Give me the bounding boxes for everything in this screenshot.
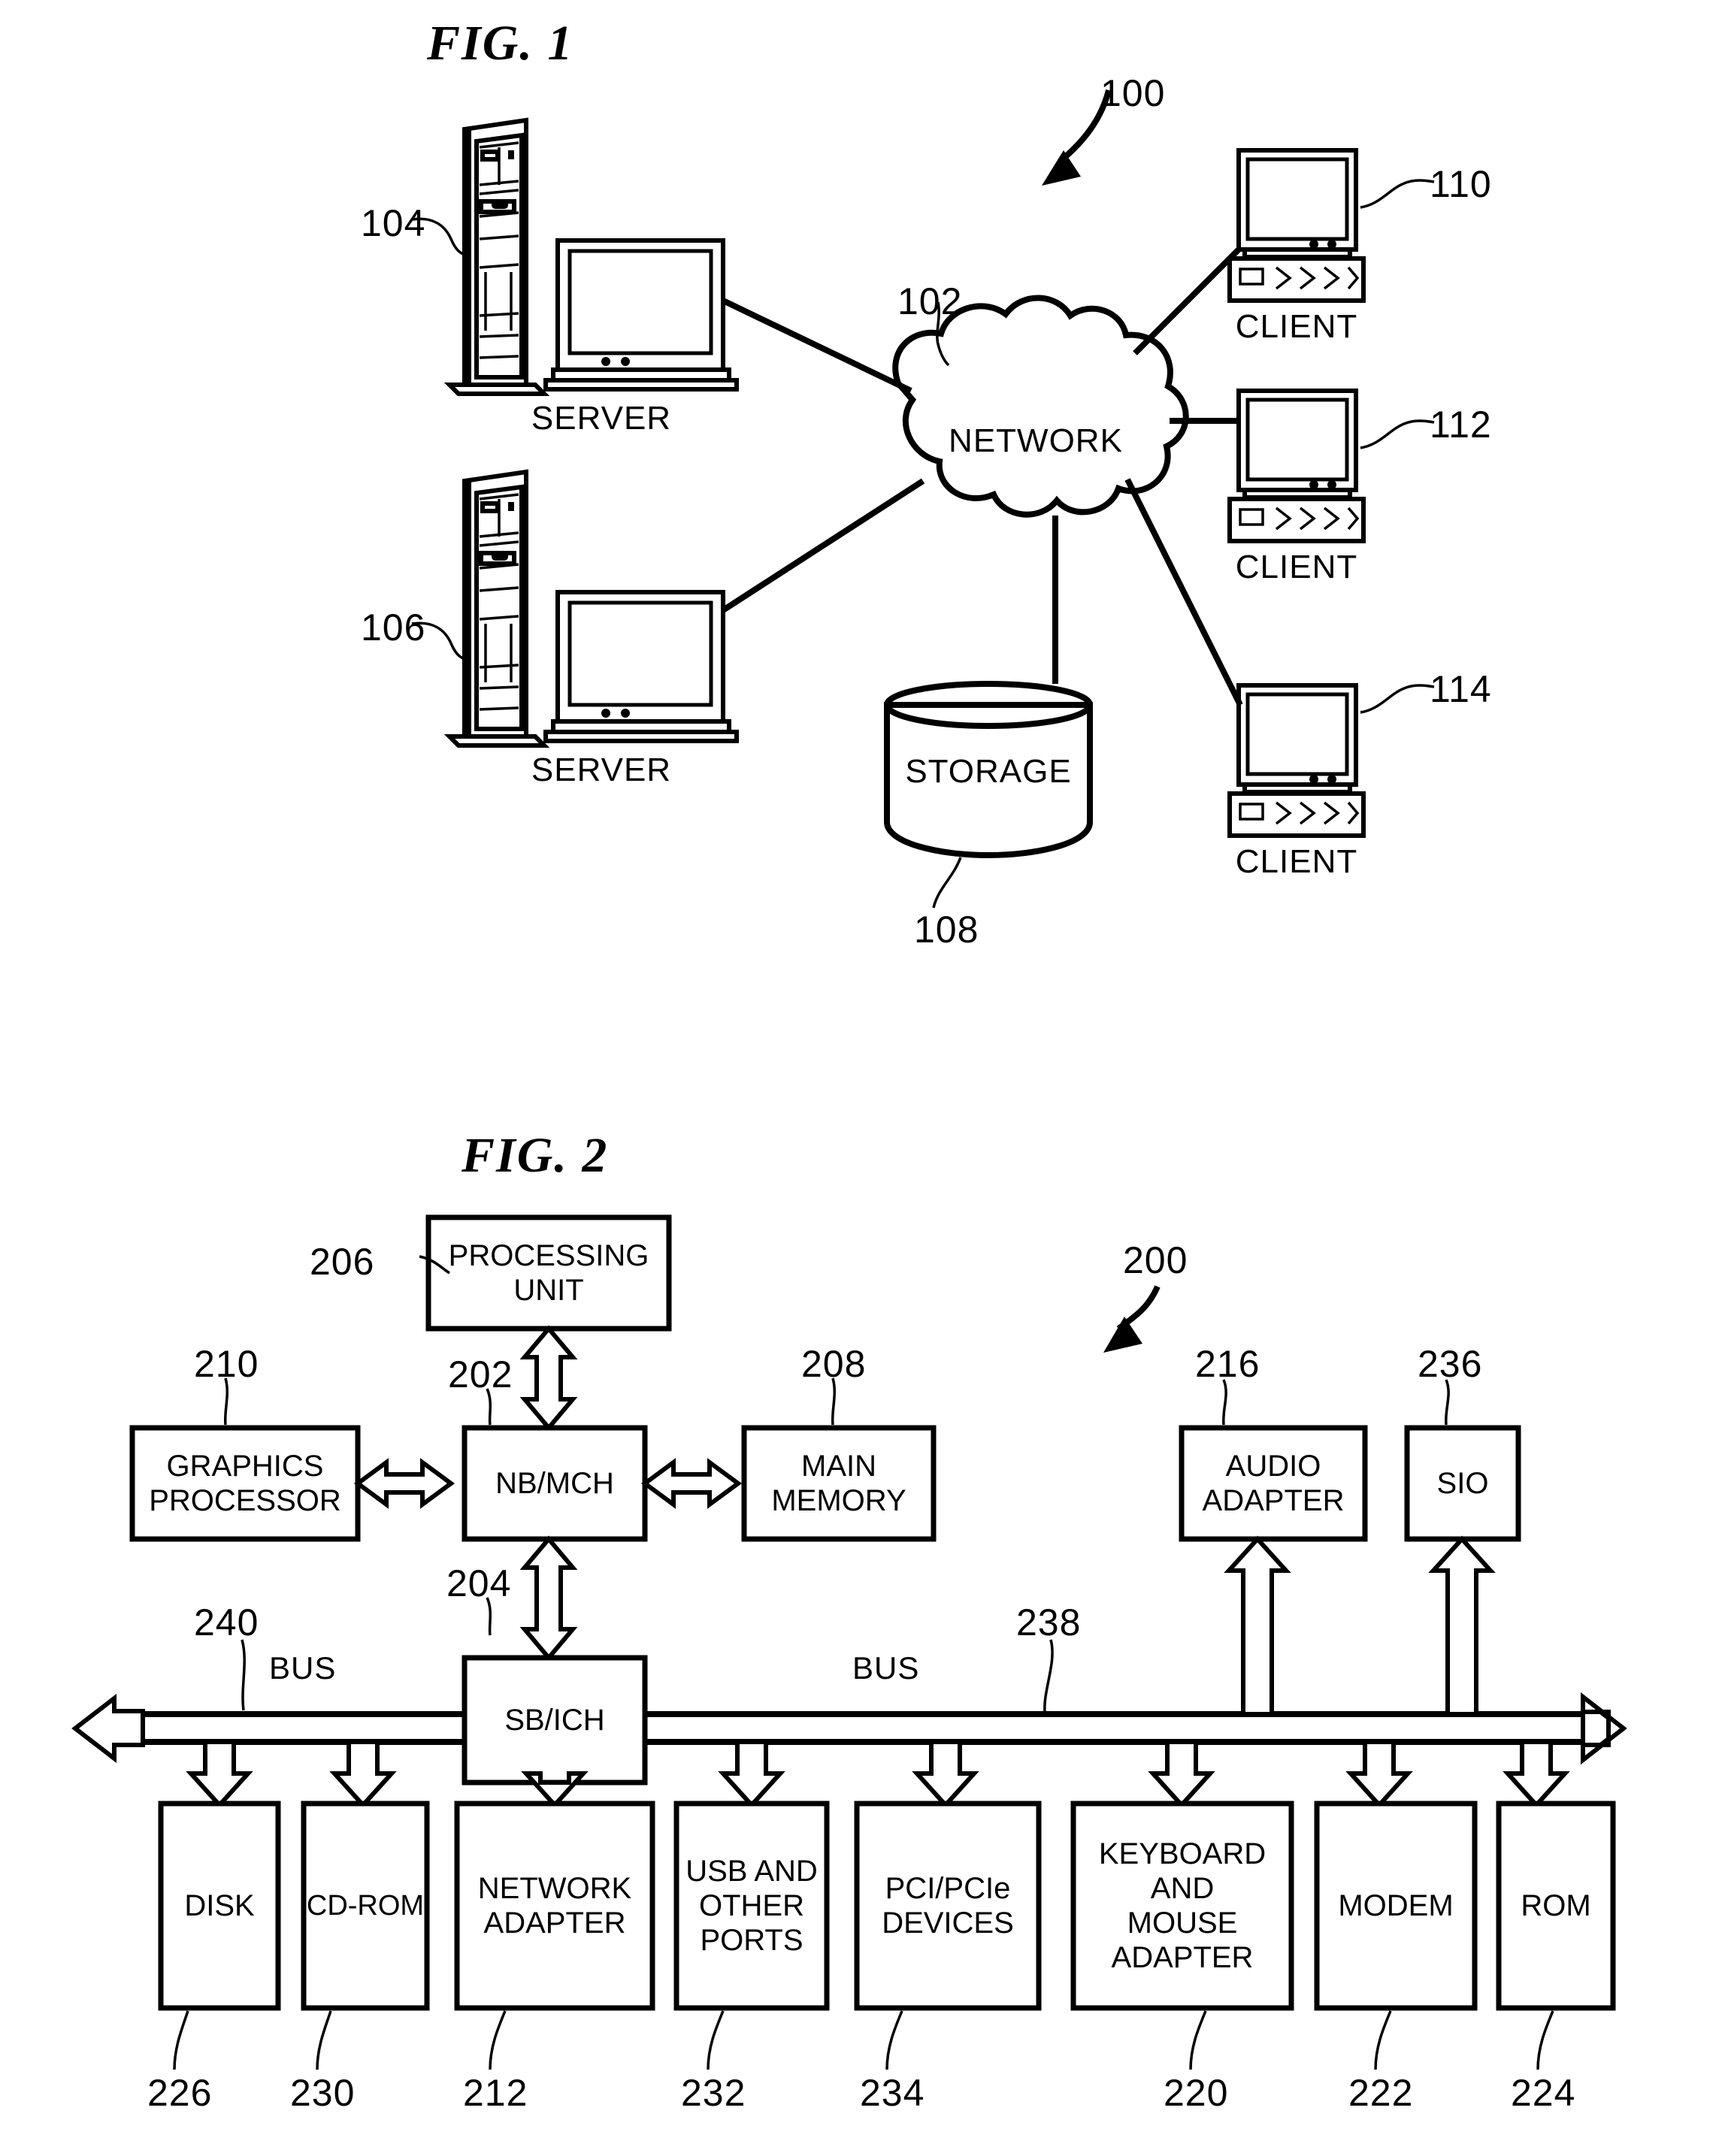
cdrom-label: CD-ROM <box>306 1890 425 1922</box>
client-114-label: CLIENT <box>1235 843 1358 880</box>
fig2-bottom-leaders <box>173 2010 1554 2070</box>
ref-210: 210 <box>194 1343 259 1385</box>
ref-222: 222 <box>1348 2072 1414 2114</box>
ref-232: 232 <box>681 2072 746 2114</box>
main-memory-label: MAIN MEMORY <box>771 1450 906 1517</box>
ref-106: 106 <box>361 606 426 649</box>
ref-114: 114 <box>1430 668 1492 710</box>
ref-208: 208 <box>801 1343 867 1385</box>
storage-label: STORAGE <box>905 753 1072 790</box>
fig1-title: FIG. 1 <box>427 16 574 71</box>
disk-label: DISK <box>184 1889 255 1922</box>
rom-label: ROM <box>1521 1889 1591 1922</box>
server-104-graphic <box>443 117 739 396</box>
server-106-graphic <box>443 469 739 748</box>
ref-212: 212 <box>463 2072 528 2114</box>
bus-right-label: BUS <box>852 1650 920 1686</box>
ref-110: 110 <box>1430 163 1492 205</box>
ref-104: 104 <box>361 202 426 244</box>
client-114-graphic <box>1227 683 1366 838</box>
sio-label: SIO <box>1436 1467 1489 1500</box>
ref-234: 234 <box>860 2072 925 2114</box>
client-112-graphic <box>1227 389 1366 543</box>
leader-110 <box>1360 179 1435 209</box>
network-cloud-label: NETWORK <box>949 422 1123 459</box>
leader-236 <box>1444 1379 1450 1426</box>
sb-ich-label: SB/ICH <box>504 1704 605 1737</box>
bus-left-label: BUS <box>269 1650 337 1686</box>
arrow-nbmch-memory <box>640 1458 743 1509</box>
ref-112: 112 <box>1430 404 1492 446</box>
leader-108 <box>932 857 962 909</box>
ref-224: 224 <box>1511 2072 1576 2114</box>
ref-200: 200 <box>1123 1239 1188 1281</box>
ref-220: 220 <box>1164 2072 1229 2114</box>
arrow-202 <box>519 1325 578 1432</box>
ref-108: 108 <box>914 909 979 951</box>
leader-114 <box>1360 684 1435 714</box>
fig2-system-arrow <box>1103 1285 1161 1353</box>
leader-216 <box>1221 1379 1227 1426</box>
processing-unit-label: PROCESSING UNIT <box>448 1239 649 1307</box>
server-104-label: SERVER <box>531 400 672 437</box>
bus-up-arrows <box>1224 1535 1496 1716</box>
usb-ports-label: USB AND OTHER PORTS <box>685 1855 818 1957</box>
client-110-label: CLIENT <box>1235 308 1358 345</box>
ref-102: 102 <box>897 280 963 322</box>
keyboard-mouse-label: KEYBOARD AND MOUSE ADAPTER <box>1098 1837 1267 1974</box>
ref-230: 230 <box>290 2072 356 2114</box>
nb-mch-label: NB/MCH <box>495 1467 614 1500</box>
ref-206: 206 <box>310 1241 375 1283</box>
client-110-graphic <box>1227 148 1366 303</box>
leader-240 <box>241 1639 246 1711</box>
ref-226: 226 <box>147 2072 213 2114</box>
ref-204: 204 <box>446 1562 512 1604</box>
modem-label: MODEM <box>1338 1889 1454 1922</box>
audio-adapter-label: AUDIO ADAPTER <box>1202 1450 1345 1517</box>
ref-240: 240 <box>194 1601 259 1643</box>
leader-238 <box>1043 1639 1054 1713</box>
network-cloud-graphic <box>892 295 1189 518</box>
bus-down-arrows <box>186 1740 1570 1809</box>
ref-238: 238 <box>1016 1601 1082 1643</box>
leader-112 <box>1360 419 1435 449</box>
fig1-system-arrow <box>1042 89 1112 186</box>
ref-202-lower: 202 <box>448 1353 513 1396</box>
arrow-gpu-nbmch <box>353 1458 455 1509</box>
ref-100: 100 <box>1100 72 1166 114</box>
arrow-204 <box>519 1535 578 1662</box>
graphics-processor-label: GRAPHICS PROCESSOR <box>149 1450 341 1517</box>
client-112-label: CLIENT <box>1235 549 1358 585</box>
pci-devices-label: PCI/PCIe DEVICES <box>882 1872 1014 1940</box>
network-adapter-label: NETWORK ADAPTER <box>477 1872 632 1940</box>
ref-236: 236 <box>1418 1343 1483 1385</box>
fig2-title: FIG. 2 <box>462 1128 609 1183</box>
ref-216: 216 <box>1195 1343 1260 1385</box>
server-106-label: SERVER <box>531 751 672 788</box>
